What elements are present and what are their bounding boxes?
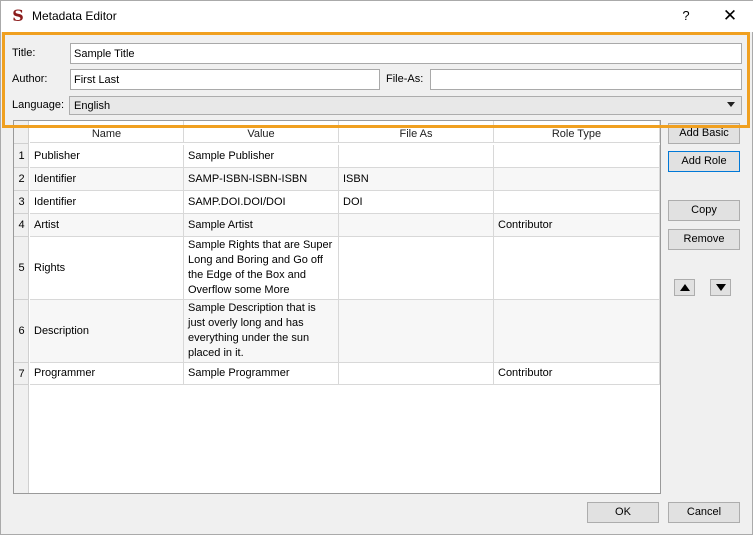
row-number: 5 bbox=[14, 237, 29, 300]
move-down-button[interactable] bbox=[710, 279, 731, 296]
row-number: 7 bbox=[14, 363, 29, 385]
copy-button[interactable]: Copy bbox=[668, 200, 740, 221]
move-up-button[interactable] bbox=[674, 279, 695, 296]
cancel-button[interactable]: Cancel bbox=[668, 502, 740, 523]
title-input[interactable] bbox=[70, 43, 742, 64]
arrow-down-icon bbox=[716, 284, 726, 291]
table-cell-file-as[interactable] bbox=[339, 237, 494, 300]
table-cell-value[interactable]: Sample Description that is just overly l… bbox=[184, 300, 339, 363]
table-cell-file-as[interactable] bbox=[339, 145, 494, 168]
table-cell-file-as[interactable] bbox=[339, 300, 494, 363]
table-cell-name[interactable]: Artist bbox=[30, 214, 184, 237]
table-cell-name[interactable]: Identifier bbox=[30, 191, 184, 214]
add-basic-button[interactable]: Add Basic bbox=[668, 123, 740, 144]
row-number: 1 bbox=[14, 145, 29, 168]
metadata-editor-window: S Metadata Editor ? ✕ Title: Author: Fil… bbox=[0, 0, 753, 535]
table-cell-name[interactable]: Rights bbox=[30, 237, 184, 300]
column-header-name[interactable]: Name bbox=[30, 121, 184, 143]
column-header-file-as[interactable]: File As bbox=[339, 121, 494, 143]
table-cell-role[interactable] bbox=[494, 237, 660, 300]
table-cell-value[interactable]: Sample Artist bbox=[184, 214, 339, 237]
table-cell-value[interactable]: Sample Publisher bbox=[184, 145, 339, 168]
author-input[interactable] bbox=[70, 69, 380, 90]
language-dropdown[interactable]: English bbox=[69, 96, 742, 115]
table-cell-value[interactable]: SAMP.DOI.DOI/DOI bbox=[184, 191, 339, 214]
help-button[interactable]: ? bbox=[671, 5, 701, 27]
table-cell-value[interactable]: SAMP-ISBN-ISBN-ISBN bbox=[184, 168, 339, 191]
table-cell-file-as[interactable]: ISBN bbox=[339, 168, 494, 191]
column-header-value[interactable]: Value bbox=[184, 121, 339, 143]
table-cell-value[interactable]: Sample Rights that are Super Long and Bo… bbox=[184, 237, 339, 300]
table-cell-role[interactable] bbox=[494, 191, 660, 214]
close-button[interactable]: ✕ bbox=[712, 5, 748, 27]
table-cell-file-as[interactable] bbox=[339, 363, 494, 385]
table-cell-file-as[interactable] bbox=[339, 214, 494, 237]
table-cell-name[interactable]: Publisher bbox=[30, 145, 184, 168]
metadata-table[interactable]: 1 2 3 4 5 6 7 Name Value File As Role Ty… bbox=[13, 120, 661, 494]
table-cell-value[interactable]: Sample Programmer bbox=[184, 363, 339, 385]
table-cell-role[interactable]: Contributor bbox=[494, 214, 660, 237]
row-header-corner bbox=[14, 121, 29, 144]
row-number: 2 bbox=[14, 168, 29, 191]
row-header-column: 1 2 3 4 5 6 7 bbox=[14, 121, 29, 493]
chevron-down-icon bbox=[727, 102, 735, 107]
author-label: Author: bbox=[12, 73, 48, 85]
table-cell-name[interactable]: Description bbox=[30, 300, 184, 363]
language-value: English bbox=[74, 100, 111, 112]
window-title: Metadata Editor bbox=[32, 9, 117, 23]
title-bar: S Metadata Editor ? ✕ bbox=[1, 1, 753, 32]
file-as-label: File-As: bbox=[386, 73, 424, 85]
row-number: 3 bbox=[14, 191, 29, 214]
file-as-input[interactable] bbox=[430, 69, 742, 90]
table-cell-role[interactable] bbox=[494, 300, 660, 363]
ok-button[interactable]: OK bbox=[587, 502, 659, 523]
table-cell-role[interactable] bbox=[494, 145, 660, 168]
table-cell-role[interactable] bbox=[494, 168, 660, 191]
row-number: 6 bbox=[14, 300, 29, 363]
sigil-app-icon: S bbox=[12, 6, 24, 25]
table-cell-file-as[interactable]: DOI bbox=[339, 191, 494, 214]
remove-button[interactable]: Remove bbox=[668, 229, 740, 250]
table-cell-role[interactable]: Contributor bbox=[494, 363, 660, 385]
column-header-role-type[interactable]: Role Type bbox=[494, 121, 660, 143]
table-cell-name[interactable]: Programmer bbox=[30, 363, 184, 385]
arrow-up-icon bbox=[680, 284, 690, 291]
row-number: 4 bbox=[14, 214, 29, 237]
language-label: Language: bbox=[12, 99, 64, 111]
title-label: Title: bbox=[12, 47, 36, 59]
add-role-button[interactable]: Add Role bbox=[668, 151, 740, 172]
table-cell-name[interactable]: Identifier bbox=[30, 168, 184, 191]
